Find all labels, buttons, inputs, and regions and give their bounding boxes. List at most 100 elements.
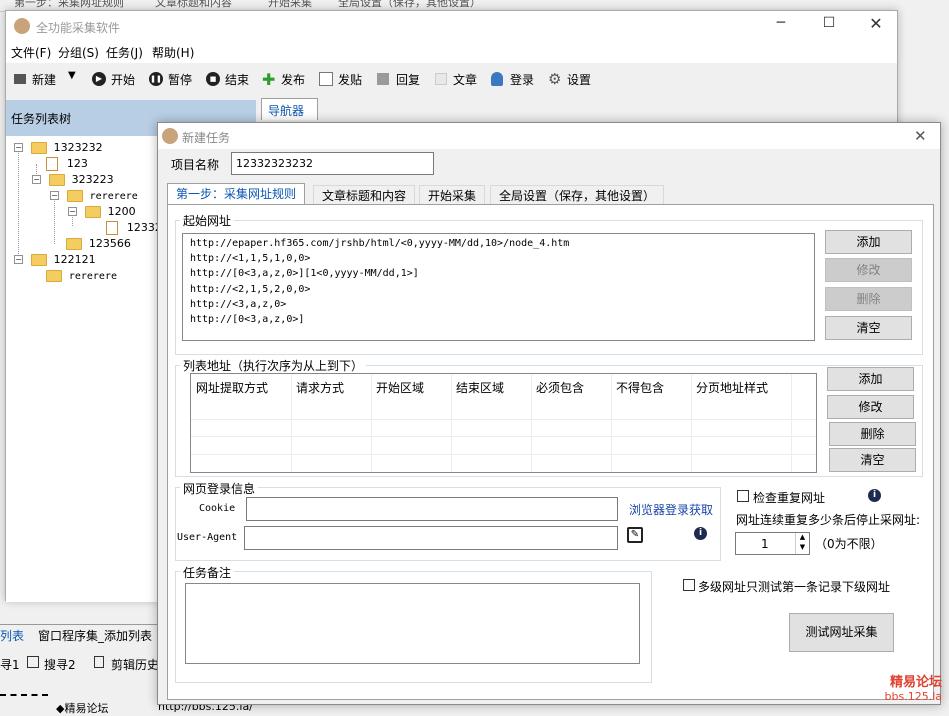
start-url-line[interactable]: http://epaper.hf365.com/jrshb/html/<0,yy… (190, 238, 569, 249)
close-button[interactable]: ✕ (861, 14, 891, 34)
pause-button[interactable]: 暂停 (168, 71, 192, 88)
main-title-bar[interactable]: 全功能采集软件 ─ ☐ ✕ (6, 11, 897, 41)
minimize-button[interactable]: ─ (766, 15, 796, 35)
app-logo-icon (162, 128, 178, 144)
article-button[interactable]: 文章 (453, 71, 477, 88)
unlimited-hint: （0为不限） (815, 537, 883, 551)
bg-bottom-item[interactable]: 剪辑历史 (111, 656, 159, 673)
publish-icon: ✚ (262, 70, 276, 89)
edit-icon[interactable]: ✎ (627, 527, 643, 543)
bg-bottom-tab-list[interactable]: 列表 (0, 627, 24, 644)
menu-file[interactable]: 文件(F) (11, 44, 51, 61)
navigator-tab[interactable]: 导航器 (261, 98, 318, 120)
menu-task[interactable]: 任务(J) (106, 44, 143, 61)
start-url-line[interactable]: http://[0<3,a,z,0>] (190, 314, 304, 325)
list-url-delete-button[interactable]: 删除 (829, 422, 916, 446)
start-button[interactable]: 开始 (111, 71, 135, 88)
settings-button[interactable]: 设置 (567, 71, 591, 88)
start-url-delete-button[interactable]: 删除 (825, 287, 912, 311)
expander-icon[interactable]: − (68, 207, 77, 216)
bg-bottom-item[interactable]: 寻1 (0, 656, 20, 673)
list-url-table[interactable]: 网址提取方式 请求方式 开始区域 结束区域 必须包含 不得包含 分页地址样式 (190, 373, 817, 473)
cookie-input[interactable] (246, 497, 618, 521)
bg-bottom-text: ◆精易论坛 (56, 702, 109, 715)
expander-icon[interactable]: − (14, 143, 23, 152)
list-url-edit-button[interactable]: 修改 (827, 395, 914, 419)
user-agent-input[interactable] (244, 526, 618, 550)
multi-level-label[interactable]: 多级网址只测试第一条记录下级网址 (698, 578, 890, 595)
table-grid (691, 374, 692, 472)
list-url-group-title: 列表地址（执行次序为从上到下） (180, 357, 367, 374)
tree-node-label: 123566 (88, 237, 131, 250)
expander-icon[interactable]: − (14, 255, 23, 264)
start-url-clear-button[interactable]: 清空 (825, 316, 912, 340)
stop-icon: ■ (206, 72, 220, 86)
document-icon (46, 156, 58, 171)
folder-icon (84, 205, 101, 218)
search-icon (27, 656, 39, 668)
table-grid (191, 436, 816, 437)
menu-group[interactable]: 分组(S) (58, 44, 99, 61)
post-button[interactable]: 发贴 (338, 71, 362, 88)
start-url-add-button[interactable]: 添加 (825, 230, 912, 254)
stop-after-label: 网址连续重复多少条后停止采网址: (736, 513, 921, 527)
reply-button[interactable]: 回复 (396, 71, 420, 88)
project-name-input[interactable]: 12332323232 (231, 152, 434, 175)
chevron-down-icon[interactable]: ▼ (68, 70, 76, 81)
column-header[interactable]: 网址提取方式 (196, 379, 268, 396)
start-url-list[interactable]: http://epaper.hf365.com/jrshb/html/<0,yy… (182, 233, 815, 341)
start-url-line[interactable]: http://[0<3,a,z,0>][1<0,yyyy-MM/dd,1>] (190, 268, 419, 279)
column-header[interactable]: 不得包含 (616, 379, 664, 396)
tree-node[interactable]: 123566 (66, 236, 131, 250)
column-header[interactable]: 结束区域 (456, 379, 504, 396)
tab-global-settings[interactable]: 全局设置（保存，其他设置） (490, 185, 665, 205)
stop-button[interactable]: 结束 (225, 71, 249, 88)
login-button[interactable]: 登录 (510, 71, 534, 88)
multi-level-checkbox[interactable] (683, 579, 695, 591)
main-window-title: 全功能采集软件 (36, 21, 121, 35)
notes-textarea[interactable] (185, 583, 640, 664)
start-url-line[interactable]: http://<3,a,z,0> (190, 299, 286, 310)
start-url-line[interactable]: http://<2,1,5,2,0,0> (190, 284, 310, 295)
info-icon[interactable]: i (694, 527, 707, 540)
column-header[interactable]: 必须包含 (536, 379, 584, 396)
start-url-line[interactable]: http://<1,1,5,1,0,0> (190, 253, 310, 264)
tree-node[interactable]: − 1200 (68, 204, 136, 218)
browser-login-link[interactable]: 浏览器登录获取 (629, 501, 713, 518)
toolbar: 新建 ▼ ▶ 开始 ❚❚ 暂停 ■ 结束 ✚ 发布 发贴 回复 文章 登录 ⚙ … (6, 64, 897, 94)
bg-bottom-item[interactable]: 搜寻2 (44, 656, 76, 673)
tree-node[interactable]: − rererere (50, 188, 138, 202)
tree-node[interactable]: 1233232 (106, 220, 157, 235)
info-icon[interactable]: i (868, 489, 881, 502)
column-header[interactable]: 分页地址样式 (696, 379, 768, 396)
tree-node[interactable]: − 122121 (14, 252, 96, 266)
chevron-up-icon[interactable]: ▲ (795, 533, 809, 543)
tab-url-rules[interactable]: 第一步：采集网址规则 (167, 183, 306, 205)
document-icon (106, 220, 118, 235)
dialog-title-bar[interactable]: 新建任务 ✕ (158, 123, 940, 149)
tree-node[interactable]: 123 (46, 156, 88, 171)
column-header[interactable]: 请求方式 (296, 379, 344, 396)
column-header[interactable]: 开始区域 (376, 379, 424, 396)
expander-icon[interactable]: − (32, 175, 41, 184)
chevron-down-icon[interactable]: ▼ (795, 543, 809, 554)
menu-help[interactable]: 帮助(H) (152, 44, 194, 61)
tab-article-title[interactable]: 文章标题和内容 (313, 185, 416, 205)
check-dup-label[interactable]: 检查重复网址 (753, 489, 825, 506)
tab-start-collect[interactable]: 开始采集 (419, 185, 486, 205)
check-dup-checkbox[interactable] (737, 490, 749, 502)
list-url-clear-button[interactable]: 清空 (829, 448, 916, 472)
test-url-collect-button[interactable]: 测试网址采集 (789, 613, 894, 652)
tree-node[interactable]: − 1323232 (14, 140, 103, 154)
tree-node[interactable]: rererere (46, 268, 117, 282)
tree-node[interactable]: − 323223 (32, 172, 114, 186)
maximize-button[interactable]: ☐ (814, 15, 844, 35)
new-button[interactable]: 新建 (32, 71, 56, 88)
publish-button[interactable]: 发布 (281, 71, 305, 88)
stop-after-spinner[interactable]: 1 ▲ ▼ (735, 532, 810, 555)
expander-icon[interactable]: − (50, 191, 59, 200)
dialog-close-button[interactable]: ✕ (914, 127, 927, 145)
start-url-edit-button[interactable]: 修改 (825, 258, 912, 282)
list-url-add-button[interactable]: 添加 (827, 367, 914, 391)
bg-bottom-tab-window[interactable]: 窗口程序集_添加列表 (38, 627, 152, 644)
